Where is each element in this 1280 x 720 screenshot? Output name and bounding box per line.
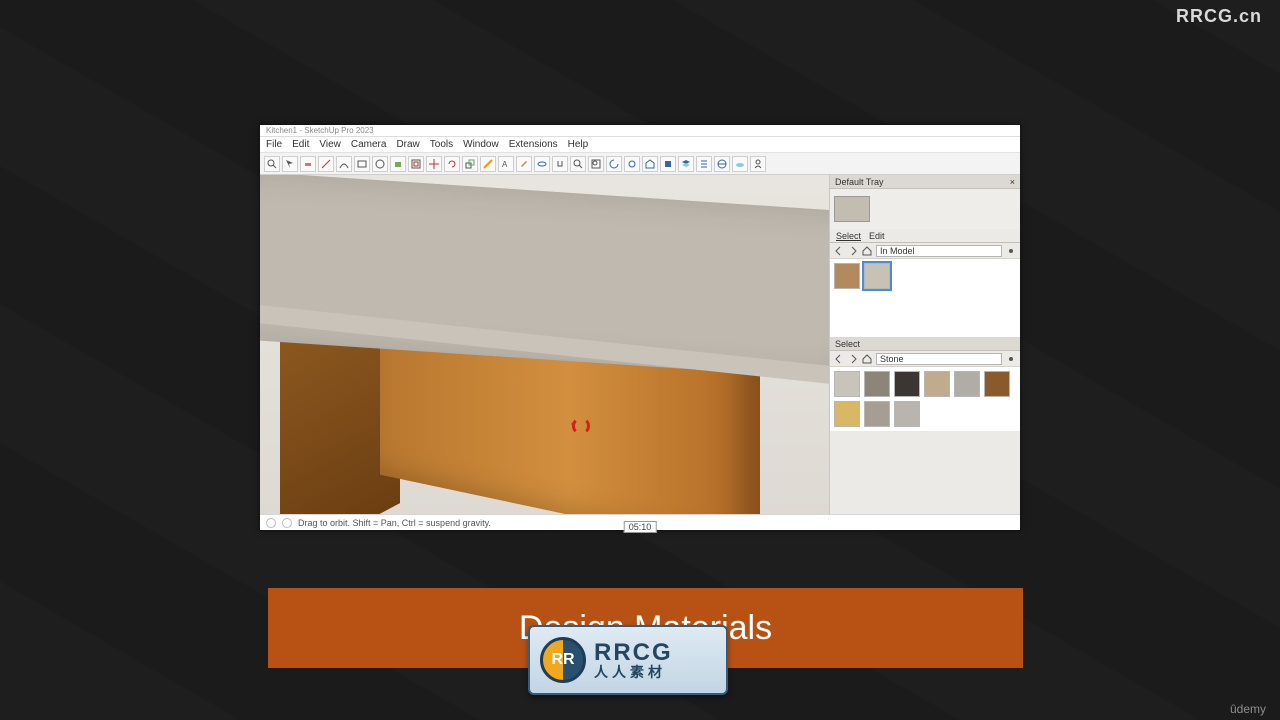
geo-icon[interactable] [714, 156, 730, 172]
tab-edit[interactable]: Edit [869, 231, 885, 241]
main-toolbar: A [260, 153, 1020, 175]
layers-icon[interactable] [678, 156, 694, 172]
user-icon[interactable] [750, 156, 766, 172]
warehouse-icon[interactable] [642, 156, 658, 172]
library-dropdown-inmodel[interactable]: In Model [876, 245, 1002, 257]
menu-camera[interactable]: Camera [351, 139, 387, 150]
rrcg-logo-icon: RR [540, 637, 586, 683]
fwd-icon-2[interactable] [848, 354, 858, 364]
materials-tabs: Select Edit [830, 229, 1020, 243]
rotate-icon[interactable] [444, 156, 460, 172]
pushpull-icon[interactable] [390, 156, 406, 172]
detail-icon[interactable] [1006, 246, 1016, 256]
rrcg-logo-text: RRCG 人人素材 [594, 641, 673, 679]
stone-dark[interactable] [894, 371, 920, 397]
menu-edit[interactable]: Edit [292, 139, 309, 150]
stone-warm[interactable] [864, 401, 890, 427]
window-titlebar: Kitchen1 - SketchUp Pro 2023 [260, 125, 1020, 137]
help-icon[interactable] [266, 518, 276, 528]
extensions-icon[interactable] [660, 156, 676, 172]
home-icon-2[interactable] [862, 354, 872, 364]
menu-file[interactable]: File [266, 139, 282, 150]
back-icon-2[interactable] [834, 354, 844, 364]
menu-extensions[interactable]: Extensions [509, 139, 558, 150]
rrcg-logo-overlay: RR RRCG 人人素材 [528, 625, 728, 695]
menu-view[interactable]: View [319, 139, 341, 150]
zoom-icon[interactable] [570, 156, 586, 172]
home-icon[interactable] [862, 246, 872, 256]
stone-tan[interactable] [924, 371, 950, 397]
cloud-icon[interactable] [732, 156, 748, 172]
stone-brown[interactable] [984, 371, 1010, 397]
prev-view-icon[interactable] [606, 156, 622, 172]
material-wood[interactable] [834, 263, 860, 289]
logo-line2: 人人素材 [594, 665, 673, 679]
text-icon[interactable]: A [498, 156, 514, 172]
inmodel-swatch-grid [830, 259, 1020, 337]
circle-icon[interactable] [372, 156, 388, 172]
stone-pale[interactable] [894, 401, 920, 427]
rectangle-icon[interactable] [354, 156, 370, 172]
menu-tools[interactable]: Tools [430, 139, 453, 150]
stone-grey[interactable] [864, 371, 890, 397]
select-icon[interactable] [282, 156, 298, 172]
move-icon[interactable] [426, 156, 442, 172]
back-icon[interactable] [834, 246, 844, 256]
tray-header[interactable]: Default Tray × [830, 175, 1020, 189]
panel1-nav: In Model [830, 243, 1020, 259]
fwd-icon[interactable] [848, 246, 858, 256]
eraser-icon[interactable] [300, 156, 316, 172]
tray-title: Default Tray [835, 175, 884, 188]
library-dropdown-stone[interactable]: Stone [876, 353, 1002, 365]
viewport-3d[interactable] [260, 175, 830, 514]
paint-icon[interactable] [516, 156, 532, 172]
menu-draw[interactable]: Draw [396, 139, 419, 150]
scale-icon[interactable] [462, 156, 478, 172]
orbit-cursor-icon [570, 415, 592, 437]
preview-swatch [834, 196, 870, 222]
stone-swatch-grid [830, 367, 1020, 431]
zoom-extents-icon[interactable] [588, 156, 604, 172]
panel2-nav: Stone [830, 351, 1020, 367]
menu-help[interactable]: Help [568, 139, 589, 150]
menubar: File Edit View Camera Draw Tools Window … [260, 137, 1020, 153]
orbit-icon[interactable] [534, 156, 550, 172]
menu-window[interactable]: Window [463, 139, 499, 150]
status-hint: Drag to orbit. Shift = Pan, Ctrl = suspe… [298, 518, 491, 528]
tape-icon[interactable] [480, 156, 496, 172]
stone-gold[interactable] [834, 401, 860, 427]
pan-icon[interactable] [552, 156, 568, 172]
watermark-top-right: RRCG.cn [1176, 6, 1262, 27]
logo-line1: RRCG [594, 641, 673, 665]
window-title: Kitchen1 - SketchUp Pro 2023 [266, 126, 374, 135]
offset-icon[interactable] [408, 156, 424, 172]
svg-text:A: A [502, 160, 508, 169]
line-icon[interactable] [318, 156, 334, 172]
material-countertop[interactable] [864, 263, 890, 289]
detail-icon-2[interactable] [1006, 354, 1016, 364]
watermark-bottom-right: ûdemy [1230, 702, 1266, 716]
outliner-icon[interactable] [696, 156, 712, 172]
next-view-icon[interactable] [624, 156, 640, 172]
search-icon[interactable] [264, 156, 280, 172]
tray-close-icon[interactable]: × [1010, 175, 1015, 188]
material-preview [830, 189, 1020, 229]
panel2-header[interactable]: Select [830, 337, 1020, 351]
stone-light[interactable] [834, 371, 860, 397]
stone-ash[interactable] [954, 371, 980, 397]
content-row: Default Tray × Select Edit [260, 175, 1020, 514]
panel2-title: Select [835, 337, 860, 350]
geo-status-icon[interactable] [282, 518, 292, 528]
arc-icon[interactable] [336, 156, 352, 172]
sketchup-window: Kitchen1 - SketchUp Pro 2023 File Edit V… [260, 125, 1020, 530]
tab-select[interactable]: Select [836, 231, 861, 241]
default-tray: Default Tray × Select Edit [830, 175, 1020, 514]
timecode-box: 05:10 [624, 521, 657, 533]
